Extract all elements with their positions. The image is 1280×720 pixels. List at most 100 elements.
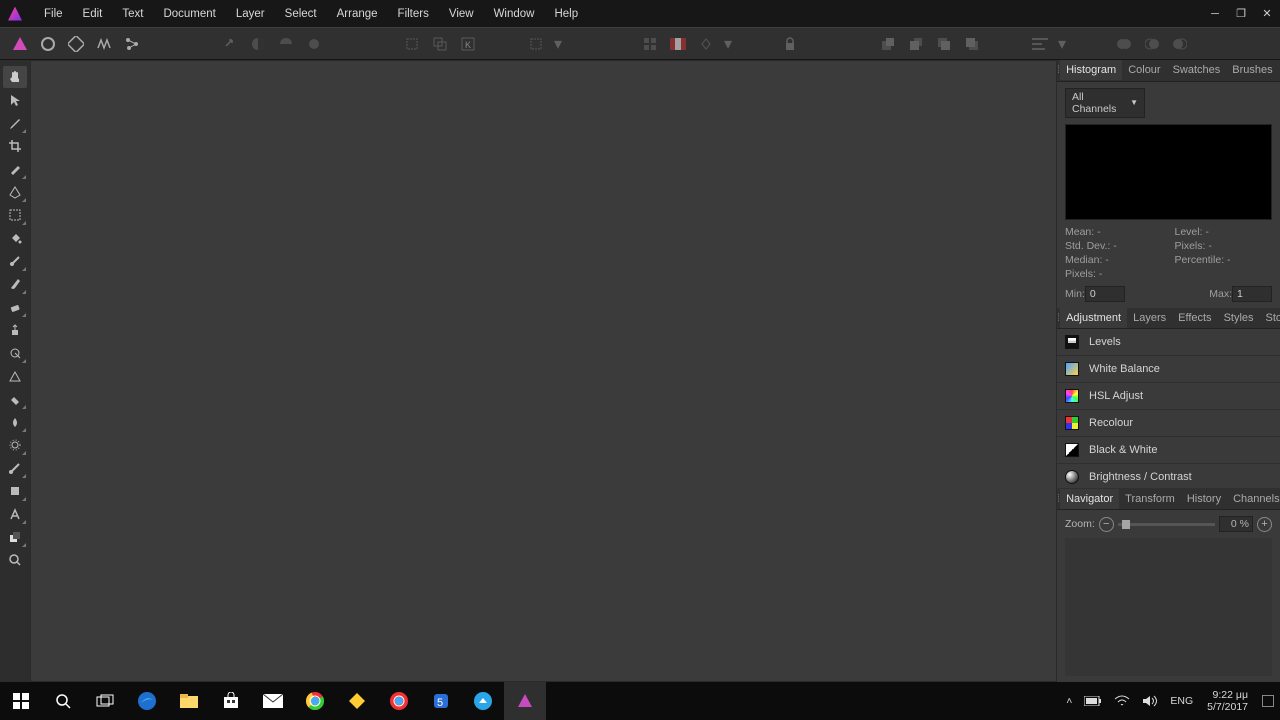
selection-brush-tool[interactable] (3, 158, 27, 180)
min-input[interactable] (1085, 286, 1125, 302)
marquee-tool[interactable] (3, 204, 27, 226)
retouch-tool[interactable] (3, 434, 27, 456)
gradient-tool[interactable] (3, 250, 27, 272)
arrange-a-icon[interactable] (876, 32, 900, 56)
adjustment-recolour[interactable]: Recolour (1057, 410, 1280, 437)
adjustment-levels[interactable]: Levels (1057, 329, 1280, 356)
pen-tool[interactable] (3, 181, 27, 203)
swatch-tool[interactable] (3, 526, 27, 548)
menu-document[interactable]: Document (153, 4, 225, 24)
persona-tonemap-icon[interactable] (92, 32, 116, 56)
tray-wifi-icon[interactable] (1108, 695, 1136, 707)
tab-layers[interactable]: Layers (1127, 308, 1172, 328)
tab-histogram[interactable]: Histogram (1060, 60, 1122, 80)
zoom-slider[interactable] (1118, 523, 1215, 526)
menu-text[interactable]: Text (112, 4, 153, 24)
dodge-tool[interactable] (3, 342, 27, 364)
menu-window[interactable]: Window (484, 4, 545, 24)
max-input[interactable] (1232, 286, 1272, 302)
zoom-value[interactable]: 0 % (1219, 516, 1253, 532)
crop-tool[interactable] (3, 135, 27, 157)
persona-liquify-icon[interactable] (36, 32, 60, 56)
snap-icon[interactable] (694, 32, 718, 56)
quicksel-icon[interactable] (524, 32, 548, 56)
menu-arrange[interactable]: Arrange (327, 4, 388, 24)
tray-battery-icon[interactable] (1078, 696, 1108, 706)
search-button[interactable] (42, 682, 84, 720)
brush-tool[interactable] (3, 273, 27, 295)
canvas-area[interactable] (30, 60, 1057, 682)
lock-icon[interactable] (778, 32, 802, 56)
shape-tool[interactable] (3, 480, 27, 502)
channel-dropdown[interactable]: All Channels▼ (1065, 88, 1145, 118)
arrange-b-icon[interactable] (904, 32, 928, 56)
quicksel-dd-icon[interactable]: ▾ (552, 32, 564, 56)
affinity-taskbar-icon[interactable] (504, 682, 546, 720)
persona-export-icon[interactable] (120, 32, 144, 56)
flag-icon[interactable] (666, 32, 690, 56)
text-tool[interactable] (3, 503, 27, 525)
flood-fill-tool[interactable] (3, 227, 27, 249)
tray-clock[interactable]: 9:22 μμ 5/7/2017 (1199, 689, 1256, 713)
tray-notifications-icon[interactable] (1256, 695, 1280, 707)
zoom-in-button[interactable]: + (1257, 517, 1272, 532)
persona-develop-icon[interactable] (64, 32, 88, 56)
mesh-tool[interactable] (3, 365, 27, 387)
tab-channels[interactable]: Channels (1227, 489, 1280, 509)
smudge-tool[interactable] (3, 411, 27, 433)
zoom-out-button[interactable]: − (1099, 517, 1114, 532)
explorer-icon[interactable] (168, 682, 210, 720)
tab-styles[interactable]: Styles (1218, 308, 1260, 328)
arrange-c-icon[interactable] (932, 32, 956, 56)
clone-tool[interactable] (3, 319, 27, 341)
tray-language[interactable]: ENG (1164, 695, 1199, 707)
store-icon[interactable] (210, 682, 252, 720)
tab-swatches[interactable]: Swatches (1167, 60, 1227, 80)
healing-tool[interactable] (3, 388, 27, 410)
move-tool[interactable] (3, 89, 27, 111)
sel-k-icon[interactable]: K (456, 32, 480, 56)
adjustment-black-white[interactable]: Black & White (1057, 437, 1280, 464)
tray-chevron-icon[interactable]: ˄ (1060, 695, 1078, 707)
arrange-d-icon[interactable] (960, 32, 984, 56)
tab-history[interactable]: History (1181, 489, 1227, 509)
tab-transform[interactable]: Transform (1119, 489, 1181, 509)
persona-photo-icon[interactable] (8, 32, 32, 56)
align-icon[interactable] (1028, 32, 1052, 56)
bool-b-icon[interactable] (1140, 32, 1164, 56)
menu-filters[interactable]: Filters (388, 4, 439, 24)
tab-stock[interactable]: Stock (1260, 308, 1280, 328)
hand-tool[interactable] (3, 66, 27, 88)
start-button[interactable] (0, 682, 42, 720)
menu-help[interactable]: Help (544, 4, 588, 24)
bool-c-icon[interactable] (1168, 32, 1192, 56)
maximize-button[interactable]: ❐ (1228, 0, 1254, 27)
close-button[interactable]: ✕ (1254, 0, 1280, 27)
tab-adjustment[interactable]: Adjustment (1060, 308, 1127, 328)
liquify-tool[interactable] (3, 457, 27, 479)
menu-layer[interactable]: Layer (226, 4, 275, 24)
mail-icon[interactable] (252, 682, 294, 720)
edge-icon[interactable] (126, 682, 168, 720)
zoom-tool[interactable] (3, 549, 27, 571)
chrome2-icon[interactable] (378, 682, 420, 720)
bool-a-icon[interactable] (1112, 32, 1136, 56)
color-picker-tool[interactable] (3, 112, 27, 134)
tool-a-icon[interactable] (218, 32, 242, 56)
adjustment-hsl-adjust[interactable]: HSL Adjust (1057, 383, 1280, 410)
sel-overlap-icon[interactable] (428, 32, 452, 56)
tab-effects[interactable]: Effects (1172, 308, 1217, 328)
erase-tool[interactable] (3, 296, 27, 318)
menu-edit[interactable]: Edit (73, 4, 113, 24)
adjustment-brightness-contrast[interactable]: Brightness / Contrast (1057, 464, 1280, 488)
sel-rect-icon[interactable] (400, 32, 424, 56)
align-dd-icon[interactable]: ▾ (1056, 32, 1068, 56)
taskview-button[interactable] (84, 682, 126, 720)
tab-brushes[interactable]: Brushes (1226, 60, 1278, 80)
tray-volume-icon[interactable] (1136, 694, 1164, 708)
navigator-view[interactable] (1065, 538, 1272, 676)
menu-file[interactable]: File (34, 4, 73, 24)
app1-icon[interactable] (336, 682, 378, 720)
tab-navigator[interactable]: Navigator (1060, 489, 1119, 509)
tab-colour[interactable]: Colour (1122, 60, 1166, 80)
